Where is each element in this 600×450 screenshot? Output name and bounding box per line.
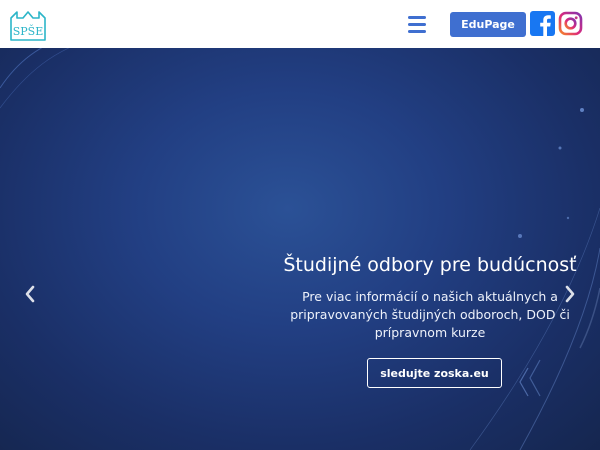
carousel-prev-arrow[interactable] bbox=[22, 284, 38, 304]
hero-carousel: Študijné odbory pre budúcnosť Pre viac i… bbox=[0, 48, 600, 450]
hamburger-menu-icon[interactable] bbox=[405, 12, 429, 36]
instagram-icon[interactable] bbox=[558, 11, 583, 36]
menu-bar bbox=[408, 29, 426, 33]
follow-zoska-button[interactable]: sledujte zoska.eu bbox=[367, 358, 502, 388]
chevron-left-icon bbox=[25, 285, 35, 303]
school-logo[interactable]: SPŠE bbox=[7, 8, 49, 44]
hero-title: Študijné odbory pre budúcnosť bbox=[283, 254, 577, 276]
menu-bar bbox=[408, 15, 426, 19]
school-logo-icon: SPŠE bbox=[10, 11, 46, 41]
hero-background-decoration bbox=[0, 48, 600, 450]
edupage-button[interactable]: EduPage bbox=[450, 12, 526, 37]
logo-text: SPŠE bbox=[13, 24, 44, 38]
menu-bar bbox=[408, 22, 426, 26]
top-navbar: SPŠE EduPage bbox=[0, 0, 600, 48]
hero-description: Pre viac informácií o našich aktuálnych … bbox=[290, 289, 570, 340]
facebook-icon[interactable] bbox=[530, 11, 555, 36]
hero-caption: Študijné odbory pre budúcnosť Pre viac i… bbox=[270, 252, 590, 342]
